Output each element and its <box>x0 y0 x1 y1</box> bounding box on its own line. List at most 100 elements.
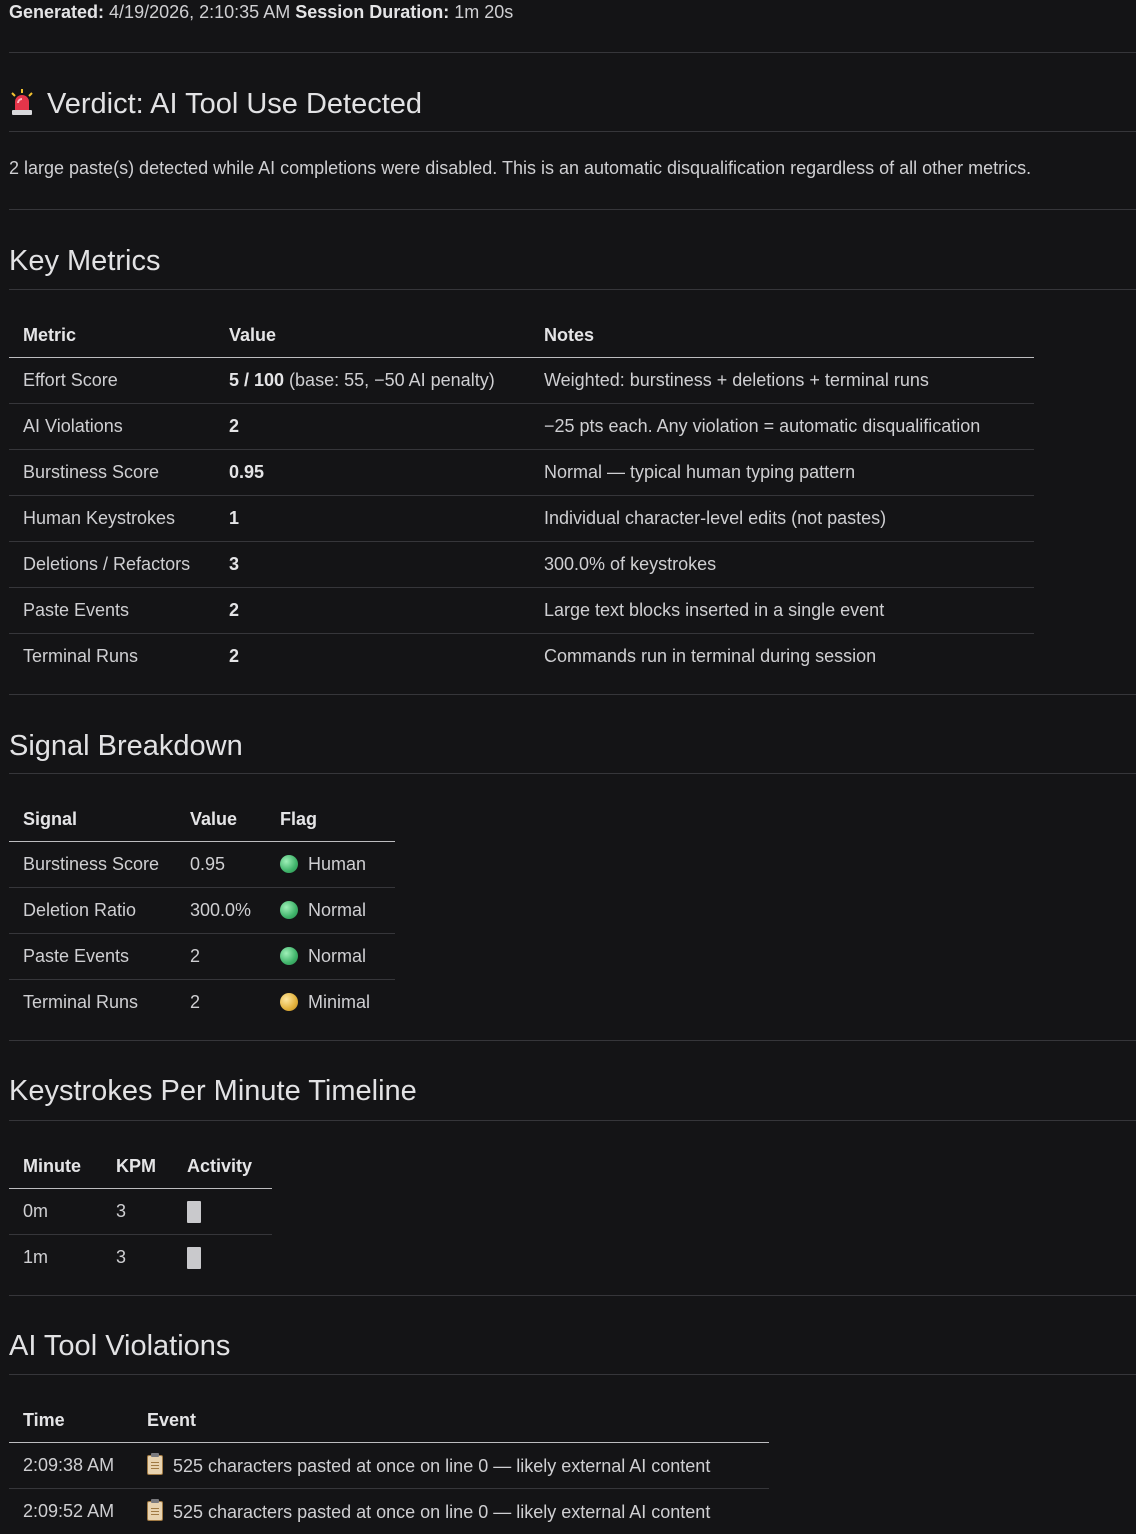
report-meta: Generated: 4/19/2026, 2:10:35 AM Session… <box>9 2 513 23</box>
divider <box>9 1120 1136 1121</box>
signal-flag: Minimal <box>266 980 395 1026</box>
signal-name: Burstiness Score <box>9 842 176 888</box>
column-header: Minute <box>9 1144 102 1189</box>
divider <box>9 1374 1136 1375</box>
column-header: Notes <box>530 313 1034 358</box>
table-header-row: Signal Value Flag <box>9 797 395 842</box>
table-row: 1m 3 <box>9 1235 272 1281</box>
signal-name: Paste Events <box>9 934 176 980</box>
column-header: Value <box>215 313 530 358</box>
metric-notes: −25 pts each. Any violation = automatic … <box>530 404 1034 450</box>
divider <box>9 131 1136 132</box>
clipboard-icon <box>147 1501 163 1521</box>
violation-event: 525 characters pasted at once on line 0 … <box>133 1489 769 1534</box>
table-header-row: Minute KPM Activity <box>9 1144 272 1189</box>
violation-time: 2:09:38 AM <box>9 1443 133 1489</box>
metric-notes: Weighted: burstiness + deletions + termi… <box>530 358 1034 404</box>
table-row: Effort Score 5 / 100 (base: 55, −50 AI p… <box>9 358 1034 404</box>
table-row: Burstiness Score 0.95 Normal — typical h… <box>9 450 1034 496</box>
violation-event: 525 characters pasted at once on line 0 … <box>133 1443 769 1489</box>
kpm-cell: 3 <box>102 1235 173 1281</box>
green-circle-icon <box>280 855 298 873</box>
metric-value: 5 / 100 (base: 55, −50 AI penalty) <box>215 358 530 404</box>
table-row: 0m 3 <box>9 1189 272 1235</box>
column-header: Flag <box>266 797 395 842</box>
metric-name: Burstiness Score <box>9 450 215 496</box>
signal-flag: Human <box>266 842 395 888</box>
signal-value: 300.0% <box>176 888 266 934</box>
table-row: Deletion Ratio 300.0% Normal <box>9 888 395 934</box>
metric-name: Deletions / Refactors <box>9 542 215 588</box>
signal-flag: Normal <box>266 934 395 980</box>
green-circle-icon <box>280 947 298 965</box>
signal-flag: Normal <box>266 888 395 934</box>
divider <box>9 1295 1136 1296</box>
metric-value: 2 <box>215 634 530 680</box>
table-row: Paste Events 2 Large text blocks inserte… <box>9 588 1034 634</box>
table-row: Deletions / Refactors 3 300.0% of keystr… <box>9 542 1034 588</box>
signal-breakdown-heading: Signal Breakdown <box>9 730 243 763</box>
table-row: Human Keystrokes 1 Individual character-… <box>9 496 1034 542</box>
metric-notes: Large text blocks inserted in a single e… <box>530 588 1034 634</box>
metric-value: 3 <box>215 542 530 588</box>
column-header: KPM <box>102 1144 173 1189</box>
metric-notes: Normal — typical human typing pattern <box>530 450 1034 496</box>
divider <box>9 694 1136 695</box>
violations-heading: AI Tool Violations <box>9 1330 230 1363</box>
column-header: Activity <box>173 1144 272 1189</box>
minute-cell: 1m <box>9 1235 102 1281</box>
signal-breakdown-table: Signal Value Flag Burstiness Score 0.95 … <box>9 797 395 1025</box>
divider <box>9 289 1136 290</box>
metric-name: AI Violations <box>9 404 215 450</box>
clipboard-icon <box>147 1455 163 1475</box>
divider <box>9 1040 1136 1041</box>
signal-value: 2 <box>176 934 266 980</box>
column-header: Time <box>9 1398 133 1443</box>
signal-value: 0.95 <box>176 842 266 888</box>
signal-name: Deletion Ratio <box>9 888 176 934</box>
table-row: Terminal Runs 2 Commands run in terminal… <box>9 634 1034 680</box>
duration-value: 1m 20s <box>454 2 513 22</box>
minute-cell: 0m <box>9 1189 102 1235</box>
signal-name: Terminal Runs <box>9 980 176 1026</box>
table-row: 2:09:38 AM 525 characters pasted at once… <box>9 1443 769 1489</box>
metric-name: Human Keystrokes <box>9 496 215 542</box>
metric-name: Paste Events <box>9 588 215 634</box>
yellow-circle-icon <box>280 993 298 1011</box>
kpm-cell: 3 <box>102 1189 173 1235</box>
table-header-row: Metric Value Notes <box>9 313 1034 358</box>
divider <box>9 209 1136 210</box>
generated-value: 4/19/2026, 2:10:35 AM <box>109 2 290 22</box>
signal-value: 2 <box>176 980 266 1026</box>
divider <box>9 52 1136 53</box>
metric-name: Terminal Runs <box>9 634 215 680</box>
siren-icon <box>9 88 35 116</box>
activity-cell <box>173 1235 272 1281</box>
column-header: Metric <box>9 313 215 358</box>
table-row: 2:09:52 AM 525 characters pasted at once… <box>9 1489 769 1534</box>
duration-label: Session Duration: <box>295 2 449 22</box>
violations-table: Time Event 2:09:38 AM 525 characters pas… <box>9 1398 769 1534</box>
column-header: Event <box>133 1398 769 1443</box>
metric-value: 2 <box>215 404 530 450</box>
metric-name: Effort Score <box>9 358 215 404</box>
table-row: AI Violations 2 −25 pts each. Any violat… <box>9 404 1034 450</box>
column-header: Value <box>176 797 266 842</box>
metric-notes: Individual character-level edits (not pa… <box>530 496 1034 542</box>
key-metrics-table: Metric Value Notes Effort Score 5 / 100 … <box>9 313 1034 679</box>
key-metrics-heading: Key Metrics <box>9 245 160 278</box>
table-header-row: Time Event <box>9 1398 769 1443</box>
verdict-title: Verdict: AI Tool Use Detected <box>47 88 422 120</box>
verdict-description: 2 large paste(s) detected while AI compl… <box>9 158 1031 179</box>
green-circle-icon <box>280 901 298 919</box>
divider <box>9 773 1136 774</box>
activity-bar <box>187 1201 201 1223</box>
table-row: Paste Events 2 Normal <box>9 934 395 980</box>
generated-label: Generated: <box>9 2 104 22</box>
violation-time: 2:09:52 AM <box>9 1489 133 1534</box>
metric-value: 1 <box>215 496 530 542</box>
activity-cell <box>173 1189 272 1235</box>
column-header: Signal <box>9 797 176 842</box>
table-row: Terminal Runs 2 Minimal <box>9 980 395 1026</box>
kpm-timeline-table: Minute KPM Activity 0m 3 1m 3 <box>9 1144 272 1280</box>
